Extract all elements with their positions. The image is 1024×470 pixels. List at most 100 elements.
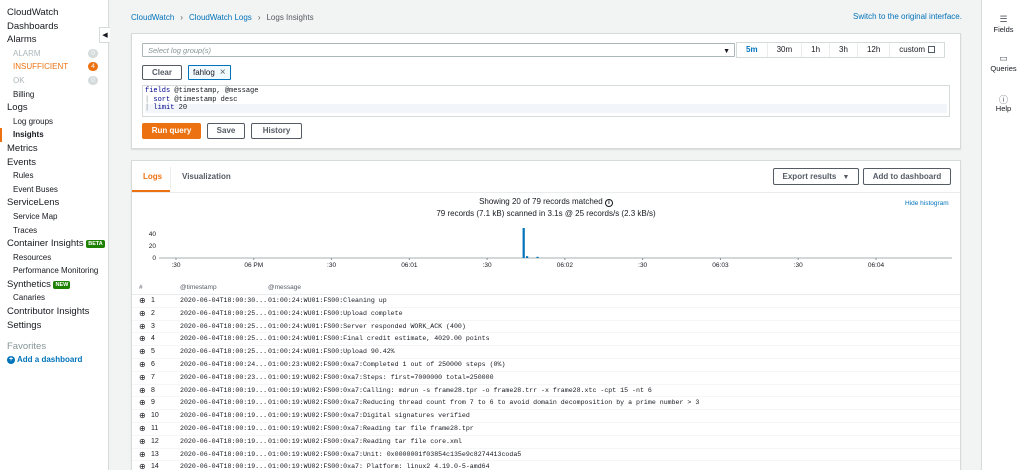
row-message: 01:00:19:WU02:FS00:0xa7:Reading tar file… — [268, 437, 462, 445]
expand-row-icon[interactable]: ⊕ — [139, 334, 146, 343]
breadcrumb-logs-insights: Logs Insights — [266, 13, 314, 22]
expand-row-icon[interactable]: ⊕ — [139, 437, 146, 446]
nav-synthetics-label: Synthetics — [7, 278, 51, 290]
table-row[interactable]: ⊕ 10 2020-06-04T18:00:19... 01:00:19:WU02:F… — [132, 410, 960, 423]
add-dashboard-link[interactable]: + Add a dashboard — [0, 353, 108, 367]
expand-row-icon[interactable]: ⊕ — [139, 322, 146, 331]
info-icon[interactable]: i — [604, 199, 613, 207]
table-row[interactable]: ⊕ 1 2020-06-04T18:00:30... 01:00:24:WU01:FS… — [132, 295, 960, 308]
nav-alarm-state-alarm[interactable]: ALARM 0 — [0, 47, 108, 61]
table-row[interactable]: ⊕ 3 2020-06-04T18:00:25... 01:00:24:WU01:FS… — [132, 321, 960, 334]
expand-row-icon[interactable]: ⊕ — [139, 373, 146, 382]
breadcrumb-cloudwatch[interactable]: CloudWatch — [131, 13, 174, 22]
time-option-3h[interactable]: 3h — [830, 43, 858, 57]
nav-log-groups[interactable]: Log groups — [0, 115, 108, 129]
breadcrumb-cloudwatch-logs[interactable]: CloudWatch Logs — [189, 13, 252, 22]
nav-billing[interactable]: Billing — [0, 88, 108, 102]
table-row[interactable]: ⊕ 12 2020-06-04T18:00:19... 01:00:19:WU02:F… — [132, 436, 960, 449]
switch-interface-link[interactable]: Switch to the original interface. — [853, 12, 962, 21]
nav-events[interactable]: Events — [0, 156, 108, 170]
column-header-timestamp[interactable]: @timestamp — [180, 284, 217, 291]
histogram-bar[interactable] — [522, 228, 525, 258]
alarm-count-badge: 0 — [88, 48, 98, 58]
run-query-button[interactable]: Run query — [142, 123, 201, 139]
expand-row-icon[interactable]: ⊕ — [139, 386, 146, 395]
nav-resources[interactable]: Resources — [0, 251, 108, 265]
histogram-bar[interactable] — [536, 256, 539, 258]
query-line: fields @timestamp, @message — [145, 87, 947, 96]
expand-row-icon[interactable]: ⊕ — [139, 296, 146, 305]
expand-row-icon[interactable]: ⊕ — [139, 360, 146, 369]
expand-row-icon[interactable]: ⊕ — [139, 411, 146, 420]
close-icon[interactable]: × — [220, 67, 226, 78]
log-group-select[interactable]: Select log group(s) ▼ — [142, 43, 735, 57]
alarm-state-label: OK — [13, 75, 25, 85]
add-to-dashboard-button[interactable]: Add to dashboard — [863, 168, 951, 185]
table-row[interactable]: ⊕ 11 2020-06-04T18:00:19... 01:00:19:WU02:F… — [132, 423, 960, 436]
table-row[interactable]: ⊕ 2 2020-06-04T18:00:25... 01:00:24:WU01:FS… — [132, 308, 960, 321]
x-tick-label: 06:03 — [712, 262, 729, 269]
row-number: 7 — [151, 373, 155, 381]
clear-button[interactable]: Clear — [142, 65, 182, 80]
column-header-number: # — [139, 284, 143, 291]
expand-row-icon[interactable]: ⊕ — [139, 309, 146, 318]
nav-performance-monitoring[interactable]: Performance Monitoring — [0, 264, 108, 278]
nav-synthetics[interactable]: Synthetics NEW — [0, 278, 108, 292]
nav-service-map[interactable]: Service Map — [0, 210, 108, 224]
time-option-1h[interactable]: 1h — [802, 43, 831, 57]
nav-cloudwatch[interactable]: CloudWatch — [0, 6, 108, 20]
expand-row-icon[interactable]: ⊕ — [139, 462, 146, 470]
table-row[interactable]: ⊕ 6 2020-06-04T18:00:24... 01:00:23:WU02:FS… — [132, 359, 960, 372]
nav-alarms[interactable]: Alarms — [0, 33, 108, 47]
query-line: | limit 20 — [145, 104, 947, 114]
table-row[interactable]: ⊕ 8 2020-06-04T18:00:19... 01:00:19:WU02:FS… — [132, 385, 960, 398]
nav-metrics[interactable]: Metrics — [0, 142, 108, 156]
rail-queries-button[interactable]: ▭ Queries — [982, 53, 1024, 73]
nav-contributor-insights[interactable]: Contributor Insights — [0, 305, 108, 319]
histogram-bar[interactable] — [526, 256, 529, 258]
history-button[interactable]: History — [251, 123, 302, 139]
nav-insights[interactable]: Insights — [0, 128, 108, 142]
nav-dashboards[interactable]: Dashboards — [0, 20, 108, 34]
nav-event-buses[interactable]: Event Buses — [0, 183, 108, 197]
list-icon: ☰ — [999, 14, 1008, 24]
caret-down-icon: ▼ — [842, 174, 850, 181]
nav-logs[interactable]: Logs — [0, 101, 108, 115]
nav-alarm-state-ok[interactable]: OK 0 — [0, 74, 108, 88]
nav-traces[interactable]: Traces — [0, 224, 108, 238]
save-button[interactable]: Save — [207, 123, 245, 139]
table-row[interactable]: ⊕ 7 2020-06-04T18:00:23... 01:00:19:WU02:FS… — [132, 372, 960, 385]
export-results-button[interactable]: Export results ▼ — [773, 168, 859, 185]
expand-row-icon[interactable]: ⊕ — [139, 450, 146, 459]
export-results-label: Export results — [782, 172, 837, 181]
nav-container-insights[interactable]: Container Insights BETA — [0, 237, 108, 251]
nav-servicelens[interactable]: ServiceLens — [0, 196, 108, 210]
rail-help-button[interactable]: ⓘ Help — [982, 93, 1024, 113]
scan-stats: 79 records (7.1 kB) scanned in 3.1s @ 25… — [436, 209, 656, 218]
x-tick-label: 06:01 — [401, 262, 418, 269]
table-row[interactable]: ⊕ 13 2020-06-04T18:00:19... 01:00:19:WU02:F… — [132, 449, 960, 462]
collapse-nav-button[interactable]: ◀ — [99, 27, 110, 43]
nav-alarm-state-insufficient[interactable]: INSUFFICIENT 4 — [0, 60, 108, 74]
expand-row-icon[interactable]: ⊕ — [139, 424, 146, 433]
time-option-12h[interactable]: 12h — [858, 43, 891, 57]
hide-histogram-link[interactable]: Hide histogram — [905, 200, 949, 207]
table-row[interactable]: ⊕ 9 2020-06-04T18:00:19... 01:00:19:WU02:FS… — [132, 397, 960, 411]
nav-settings[interactable]: Settings — [0, 319, 108, 333]
rail-fields-button[interactable]: ☰ Fields — [982, 14, 1024, 34]
time-option-custom[interactable]: custom — [890, 43, 944, 57]
table-row[interactable]: ⊕ 14 2020-06-04T18:00:19... 01:00:19:WU02:F… — [132, 461, 960, 470]
time-option-5m[interactable]: 5m — [737, 43, 768, 57]
tab-visualization[interactable]: Visualization — [182, 172, 231, 181]
nav-rules[interactable]: Rules — [0, 169, 108, 183]
query-editor[interactable]: fields @timestamp, @message | sort @time… — [142, 85, 950, 117]
table-row[interactable]: ⊕ 5 2020-06-04T18:00:25... 01:00:24:WU01:FS… — [132, 346, 960, 359]
time-option-30m[interactable]: 30m — [768, 43, 803, 57]
expand-row-icon[interactable]: ⊕ — [139, 398, 146, 407]
column-header-message[interactable]: @message — [268, 284, 301, 291]
table-row[interactable]: ⊕ 4 2020-06-04T18:00:25... 01:00:24:WU01:FS… — [132, 333, 960, 347]
time-option-custom-label: custom — [899, 45, 926, 54]
expand-row-icon[interactable]: ⊕ — [139, 347, 146, 356]
nav-canaries[interactable]: Canaries — [0, 291, 108, 305]
tab-logs[interactable]: Logs — [143, 172, 162, 181]
